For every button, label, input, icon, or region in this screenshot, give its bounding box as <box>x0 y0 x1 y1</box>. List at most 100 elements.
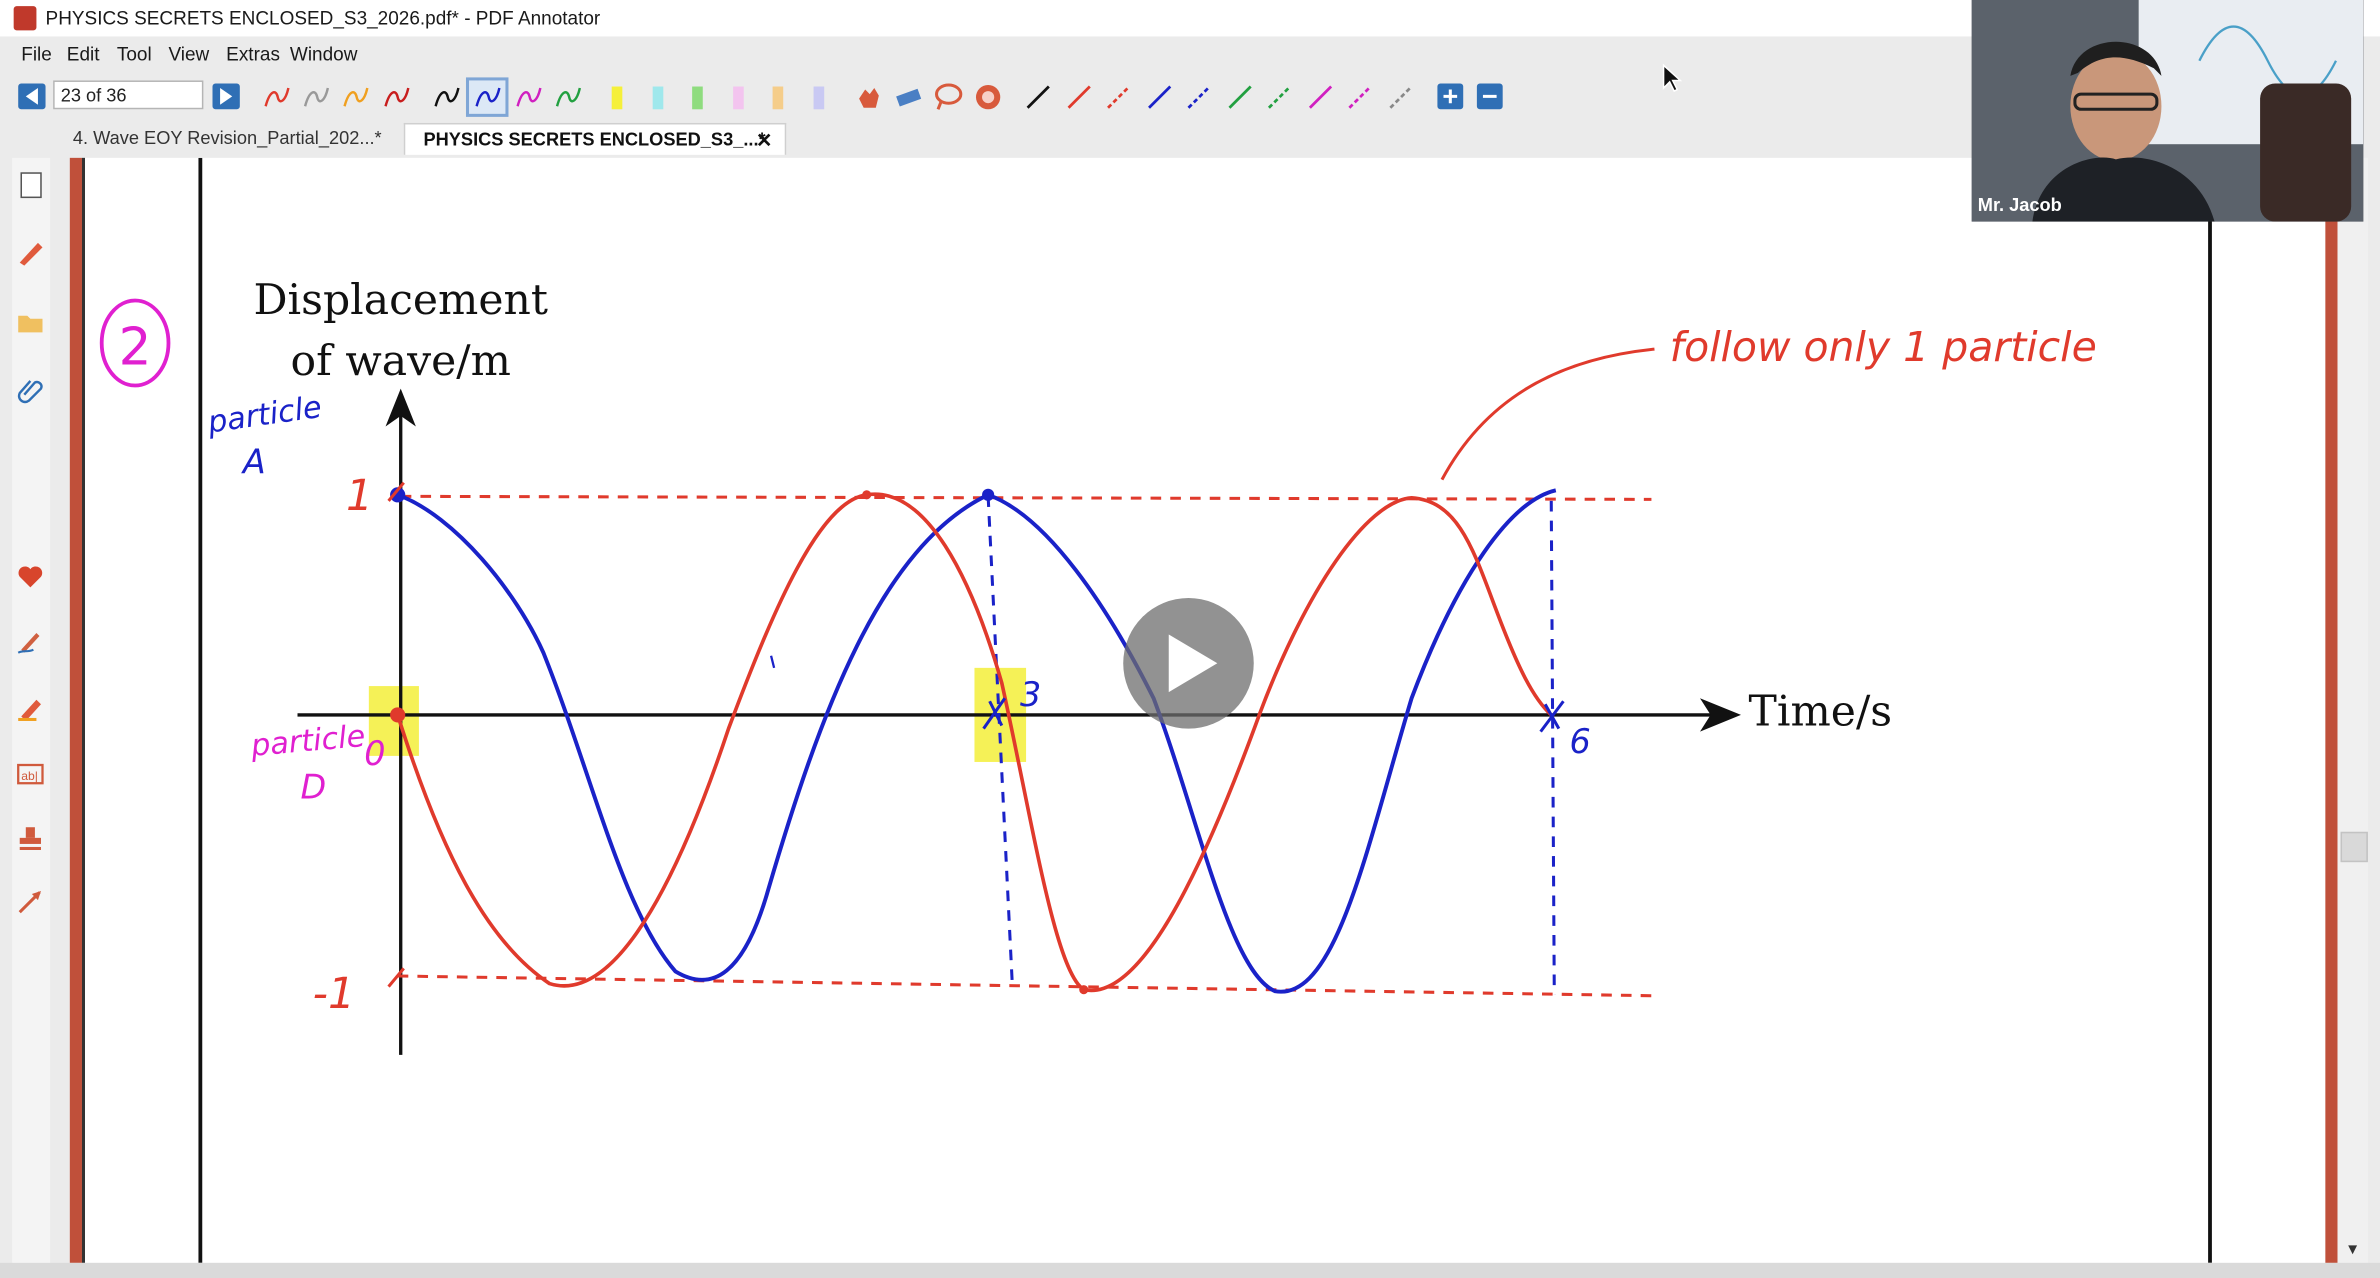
webcam-video-frame <box>1971 0 2364 222</box>
hand-tool-button[interactable] <box>850 80 886 113</box>
tab-wave-eoy-revision[interactable]: 4. Wave EOY Revision_Partial_202...* <box>55 123 404 155</box>
screen: PHYSICS SECRETS ENCLOSED_S3_2026.pdf* - … <box>0 0 2380 1278</box>
highlighter-tool-icon[interactable] <box>15 692 45 722</box>
next-page-button[interactable] <box>212 83 240 110</box>
pen-blue-button[interactable] <box>465 77 509 117</box>
scroll-down-icon[interactable]: ▼ <box>2345 1242 2360 1259</box>
pen-magenta-button[interactable] <box>510 80 546 113</box>
record-icon <box>975 85 1001 110</box>
minus-icon <box>1476 83 1503 110</box>
page-thumbnail-icon[interactable] <box>15 170 45 200</box>
pen-black-button[interactable] <box>428 80 464 113</box>
highlighter-icon <box>733 86 744 110</box>
line-magenta-button[interactable] <box>1302 80 1338 113</box>
lasso-select-button[interactable] <box>929 80 965 113</box>
dashed-line-icon <box>1107 85 1131 109</box>
highlighter-icon <box>611 86 623 110</box>
add-tool-button[interactable] <box>1433 80 1469 113</box>
note-leader-line <box>1440 347 1655 481</box>
close-tab-icon[interactable]: ✕ <box>756 124 773 156</box>
highlighter-cyan-button[interactable] <box>639 80 675 113</box>
page-frame-right <box>2325 157 2338 1263</box>
menu-file[interactable]: File <box>21 44 52 65</box>
highlighter-lavender-button[interactable] <box>800 80 836 113</box>
tab-physics-secrets[interactable]: PHYSICS SECRETS ENCLOSED_S3_...* ✕ <box>403 122 787 156</box>
line-grey-dashed-button[interactable] <box>1383 80 1419 113</box>
particle-d-label-line2: D <box>301 767 327 806</box>
pen-stroke-icon <box>555 87 582 107</box>
particle-a-label-line1: particle <box>205 390 324 441</box>
favorite-heart-icon[interactable] <box>15 562 45 592</box>
vertical-scrollbar[interactable]: ▼ <box>2337 157 2368 1263</box>
line-icon <box>1228 85 1252 109</box>
pen-stroke-icon <box>264 87 290 107</box>
highlighter-green-button[interactable] <box>678 80 714 113</box>
line-green-dashed-button[interactable] <box>1261 80 1297 113</box>
tab-label: 4. Wave EOY Revision_Partial_202...* <box>72 127 382 149</box>
menu-extras[interactable]: Extras <box>226 44 280 65</box>
plus-icon <box>1437 83 1464 110</box>
x-tick-label-6: 6 <box>1569 722 1590 761</box>
folder-icon[interactable] <box>15 307 45 337</box>
stamp-icon[interactable] <box>15 823 45 853</box>
remove-tool-button[interactable] <box>1472 80 1508 113</box>
menu-view[interactable]: View <box>168 44 209 65</box>
pen-stroke-icon <box>516 87 542 107</box>
pencil-icon[interactable] <box>15 237 45 267</box>
highlighter-pink-button[interactable] <box>719 80 755 113</box>
line-red-dashed-button[interactable] <box>1100 80 1136 113</box>
mouse-cursor-icon <box>1662 63 1683 93</box>
pen-darkred-button[interactable] <box>378 80 414 113</box>
pen-green-button[interactable] <box>549 80 585 113</box>
particle-d-displacement-curve <box>395 492 1553 993</box>
line-red-button[interactable] <box>1061 80 1097 113</box>
page-number-field[interactable]: 23 of 36 <box>53 80 204 110</box>
pen-stroke-icon <box>384 87 410 107</box>
hand-icon <box>859 88 879 108</box>
dashed-line-icon <box>1267 85 1292 109</box>
line-icon <box>1026 85 1050 109</box>
pen-orange-button[interactable] <box>337 80 373 113</box>
participant-name: Mr. Jacob <box>1977 194 2062 216</box>
dashed-line-icon <box>1389 85 1413 109</box>
text-box-icon[interactable]: ab| <box>15 759 45 789</box>
pen-stroke-icon <box>434 87 460 107</box>
line-black-button[interactable] <box>1020 80 1056 113</box>
line-blue-button[interactable] <box>1141 80 1177 113</box>
y-axis-title-line2: of wave/m <box>291 337 511 386</box>
handwritten-note: follow only 1 particle <box>1670 323 2097 371</box>
pen-red-button[interactable] <box>258 80 294 113</box>
menu-edit[interactable]: Edit <box>67 44 100 65</box>
pen-tool-icon[interactable] <box>15 625 45 655</box>
eraser-button[interactable] <box>889 80 925 113</box>
paperclip-icon[interactable] <box>15 373 45 404</box>
tab-label: PHYSICS SECRETS ENCLOSED_S3_...* <box>423 129 766 151</box>
origin-label: 0 <box>364 734 385 773</box>
window-title: PHYSICS SECRETS ENCLOSED_S3_2026.pdf* - … <box>45 7 601 29</box>
line-magenta-dashed-button[interactable] <box>1342 80 1378 113</box>
highlighter-icon <box>652 86 664 110</box>
pen-grey-button[interactable] <box>298 80 334 113</box>
menu-window[interactable]: Window <box>290 44 357 65</box>
pen-stroke-icon <box>475 87 501 107</box>
highlighter-yellow-button[interactable] <box>598 80 634 113</box>
video-play-button[interactable] <box>1123 598 1254 729</box>
highlighter-icon <box>813 86 825 110</box>
highlighter-orange-button[interactable] <box>759 80 795 113</box>
scrollbar-thumb[interactable] <box>2340 831 2368 863</box>
x-tick-label-3: 3 <box>1020 675 1041 714</box>
amplitude-line-bottom <box>397 974 1652 998</box>
record-button[interactable] <box>970 80 1006 113</box>
period-line-t6 <box>1549 500 1556 995</box>
arrow-tool-icon[interactable] <box>15 886 45 916</box>
previous-page-button[interactable] <box>18 83 46 110</box>
particle-d-peak-dot <box>862 490 872 500</box>
menu-tool[interactable]: Tool <box>117 44 152 65</box>
line-icon <box>1067 85 1091 109</box>
line-green-button[interactable] <box>1222 80 1258 113</box>
line-icon <box>1148 85 1172 109</box>
svg-text:ab|: ab| <box>21 769 38 783</box>
particle-a-label-line2: A <box>241 443 266 482</box>
line-blue-dashed-button[interactable] <box>1181 80 1217 113</box>
webcam-overlay: Mr. Jacob <box>1971 0 2364 222</box>
